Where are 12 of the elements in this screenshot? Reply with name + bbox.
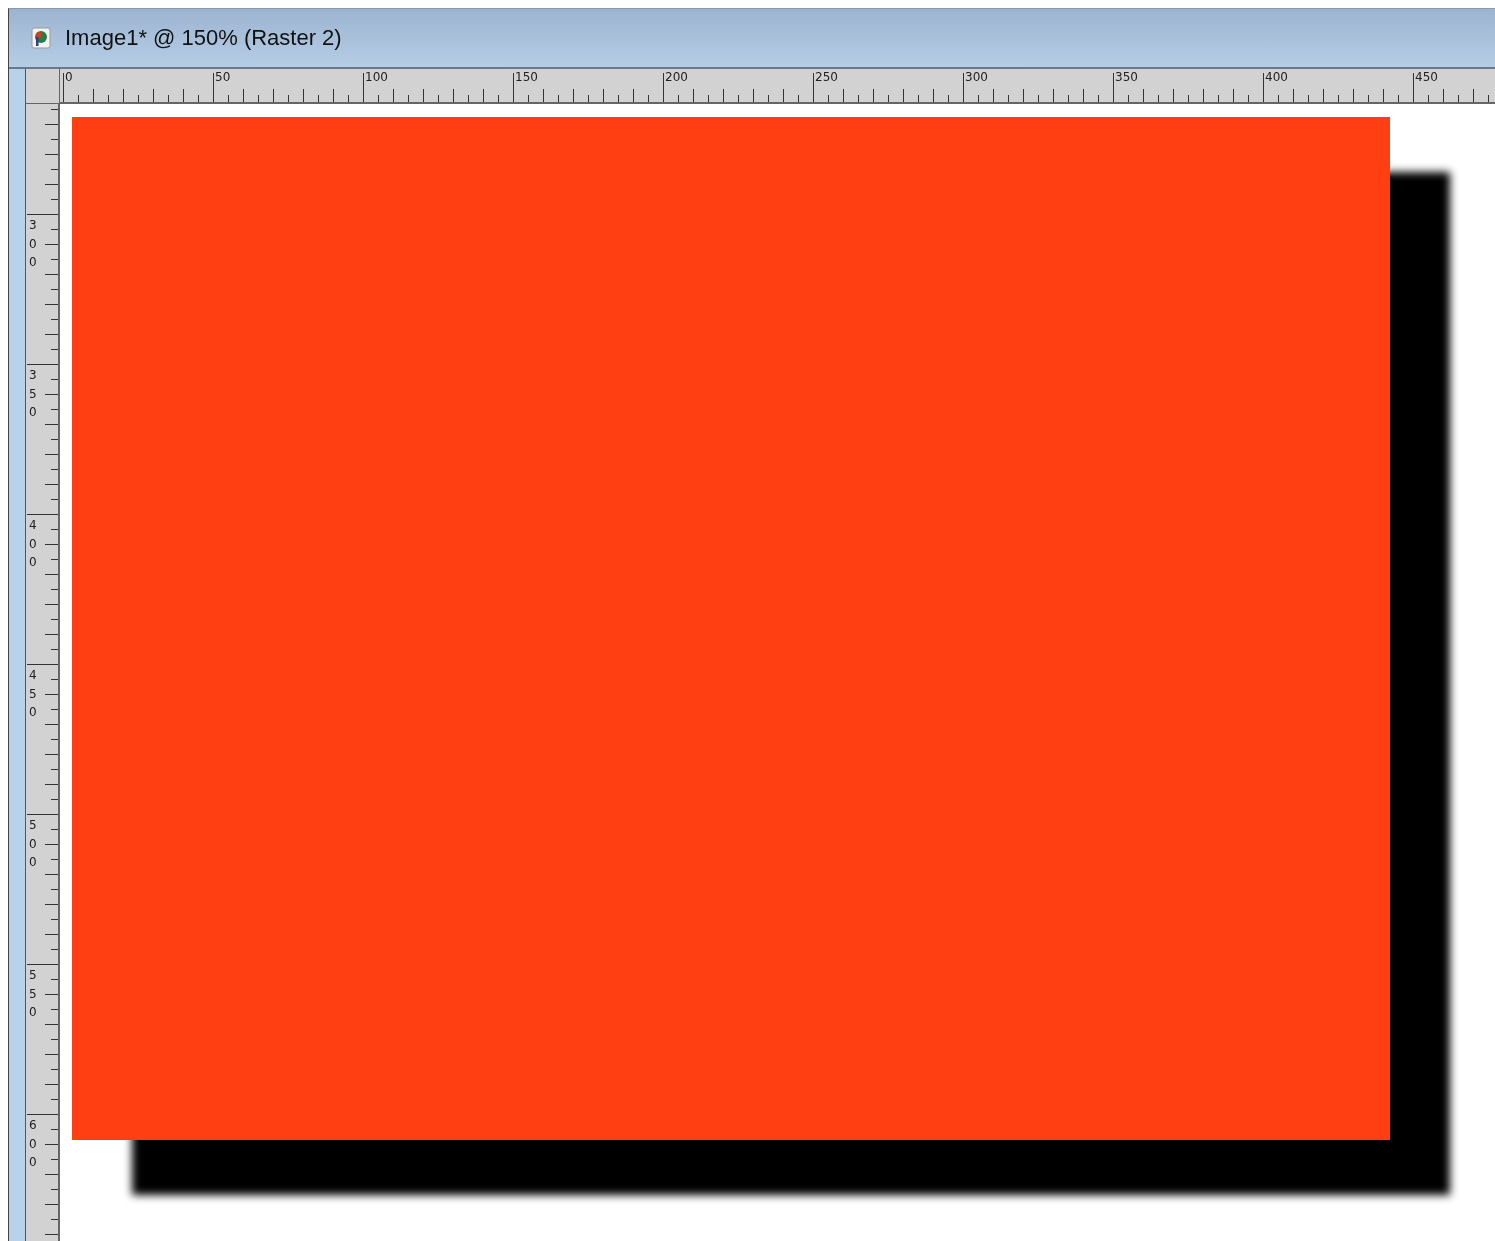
ruler-label: 200 xyxy=(665,70,688,84)
ruler-label: 0 xyxy=(65,70,73,84)
window-title: Image1* @ 150% (Raster 2) xyxy=(65,25,342,51)
ruler-label: 300 xyxy=(965,70,988,84)
app-icon xyxy=(31,27,51,49)
ruler-label: 250 xyxy=(815,70,838,84)
ruler-label: 50 xyxy=(215,70,231,84)
ruler-label: 450 xyxy=(1415,70,1438,84)
ruler-label: 150 xyxy=(515,70,538,84)
ruler-label: 100 xyxy=(365,70,388,84)
ruler-label: 350 xyxy=(1115,70,1138,84)
ruler-label: 400 xyxy=(1265,70,1288,84)
